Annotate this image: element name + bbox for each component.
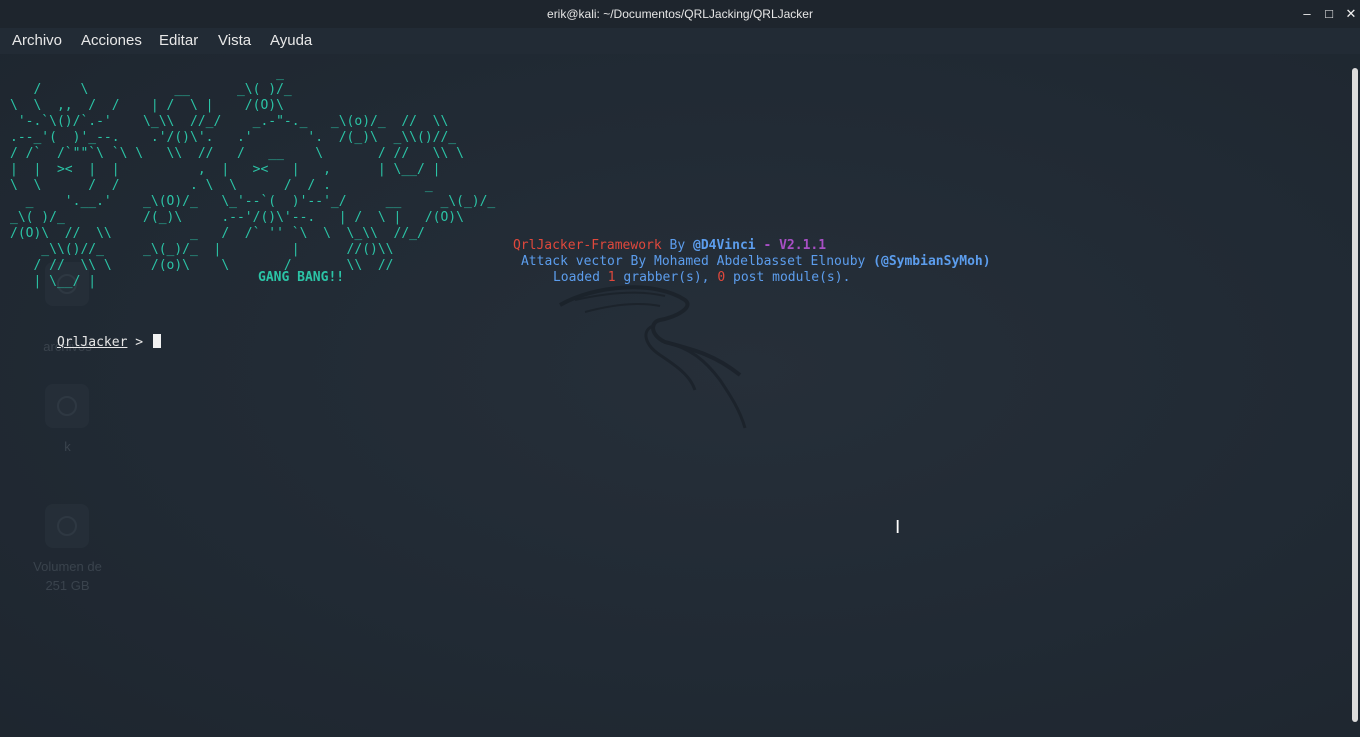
ibeam-cursor-icon: Ⅰ (895, 517, 901, 538)
close-button[interactable]: ✕ (1342, 5, 1360, 23)
menu-archivo[interactable]: Archivo (12, 32, 62, 49)
grabbers-mid: grabber(s), (615, 270, 718, 285)
menu-ayuda[interactable]: Ayuda (270, 32, 312, 49)
gang-bang-text: GANG BANG!! (258, 270, 345, 285)
prompt-name: QrlJacker (56, 335, 128, 350)
menu-acciones[interactable]: Acciones (81, 32, 142, 49)
loaded-prefix: Loaded (552, 270, 608, 285)
attack-handle: (@SymbianSyMoh) (873, 254, 991, 269)
menu-editar[interactable]: Editar (159, 32, 198, 49)
maximize-button[interactable]: □ (1320, 5, 1338, 23)
post-count: 0 (717, 270, 726, 285)
title-bar: erik@kali: ~/Documentos/QRLJacking/QRLJa… (0, 0, 1360, 28)
terminal-window: archivos k Volumen de 251 GB erik@kali: … (0, 0, 1360, 737)
window-title: erik@kali: ~/Documentos/QRLJacking/QRLJa… (547, 7, 813, 21)
prompt-line[interactable]: QrlJacker > (10, 318, 161, 367)
menu-vista[interactable]: Vista (218, 32, 251, 49)
menu-bar: Archivo Acciones Editar Vista Ayuda (0, 28, 1360, 54)
loaded-modules-line: Loaded 1 grabber(s), 0 post module(s). (506, 254, 850, 302)
terminal-scrollbar[interactable] (1352, 68, 1358, 722)
terminal-output[interactable]: _ / \ __ _\( )/_ \ \ ,, / / | / \ | /(O)… (0, 54, 1345, 737)
ascii-art-banner: _ / \ __ _\( )/_ \ \ ,, / / | / \ | /(O)… (10, 66, 496, 289)
text-cursor (152, 334, 161, 348)
post-suffix: post module(s). (725, 270, 851, 285)
prompt-symbol: > (127, 335, 151, 350)
minimize-button[interactable]: – (1298, 5, 1316, 23)
grabbers-count: 1 (607, 270, 616, 285)
